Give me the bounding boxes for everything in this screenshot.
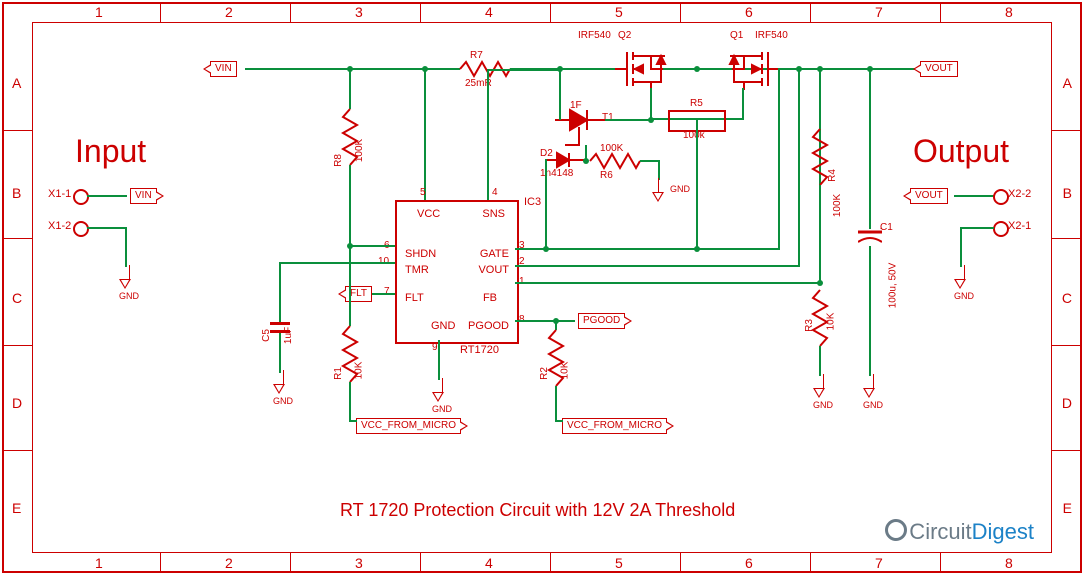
zone-col: 3 bbox=[355, 555, 363, 571]
mosfet bbox=[720, 40, 780, 100]
zone-col: 4 bbox=[485, 555, 493, 571]
netlabel-vout: VOUT bbox=[910, 188, 948, 204]
value: 100K bbox=[354, 139, 365, 162]
ic: VCC SNS SHDN GATE TMR VOUT FLT FB PGOOD … bbox=[395, 200, 519, 344]
refdes: C5 bbox=[261, 329, 272, 342]
wire bbox=[87, 227, 127, 229]
connector-pin bbox=[993, 189, 1009, 205]
zone-col: 2 bbox=[225, 4, 233, 20]
zone-col: 5 bbox=[615, 4, 623, 20]
inner-border bbox=[32, 22, 1052, 553]
value: IRF540 bbox=[578, 30, 611, 41]
connector-label: X2-1 bbox=[1008, 220, 1031, 232]
refdes: Q2 bbox=[618, 30, 631, 41]
zone-col: 4 bbox=[485, 4, 493, 20]
wire bbox=[954, 195, 994, 197]
value: 100k bbox=[683, 130, 705, 141]
value: 100K bbox=[832, 194, 843, 217]
gnd-symbol: GND bbox=[863, 374, 883, 410]
logo: CircuitDigest bbox=[885, 519, 1034, 545]
wire bbox=[742, 88, 744, 120]
refdes: R5 bbox=[690, 98, 703, 109]
heading-output: Output bbox=[913, 133, 1009, 170]
ic-ref: IC3 bbox=[524, 196, 541, 208]
refdes: T1 bbox=[602, 112, 614, 123]
refdes: D2 bbox=[540, 148, 553, 159]
gnd-symbol: GND bbox=[273, 370, 293, 406]
zone-row: E bbox=[1063, 500, 1072, 516]
refdes: R7 bbox=[470, 50, 483, 61]
refdes: C1 bbox=[880, 222, 893, 233]
gnd-symbol: GND bbox=[119, 265, 139, 301]
ic-part: RT1720 bbox=[460, 344, 499, 356]
refdes: R8 bbox=[333, 154, 344, 167]
value: 1uF bbox=[283, 327, 294, 344]
zone-row: B bbox=[1063, 185, 1072, 201]
zone-col: 1 bbox=[95, 555, 103, 571]
value: 100K bbox=[600, 143, 623, 154]
gnd-symbol: GND bbox=[432, 378, 452, 414]
wire bbox=[87, 195, 127, 197]
gnd-symbol: GND bbox=[813, 374, 833, 410]
netlabel-vccmicro: VCC_FROM_MICRO bbox=[562, 418, 667, 434]
capacitor-polarized: + bbox=[858, 228, 882, 248]
zone-col: 7 bbox=[875, 555, 883, 571]
refdes: R6 bbox=[600, 170, 613, 181]
wire bbox=[960, 227, 994, 229]
value: 10K bbox=[825, 313, 836, 331]
resistor bbox=[590, 154, 640, 168]
heading-input: Input bbox=[75, 133, 146, 170]
netlabel-pgood: PGOOD bbox=[578, 313, 625, 329]
zone-col: 1 bbox=[95, 4, 103, 20]
schematic-sheet: // generated statically below via data-b… bbox=[0, 0, 1084, 575]
zone-row: E bbox=[12, 500, 21, 516]
zone-col: 8 bbox=[1005, 555, 1013, 571]
refdes: R2 bbox=[539, 367, 550, 380]
value: IRF540 bbox=[755, 30, 788, 41]
zone-col: 3 bbox=[355, 4, 363, 20]
value: 10K bbox=[353, 362, 364, 380]
zone-col: 2 bbox=[225, 555, 233, 571]
netlabel-vout: VOUT bbox=[920, 61, 958, 77]
connector-label: X2-2 bbox=[1008, 188, 1031, 200]
zone-col: 8 bbox=[1005, 4, 1013, 20]
connector-label: X1-1 bbox=[48, 188, 71, 200]
title: RT 1720 Protection Circuit with 12V 2A T… bbox=[340, 500, 735, 521]
zone-col: 5 bbox=[615, 555, 623, 571]
gnd-symbol: GND bbox=[652, 178, 664, 202]
refdes: R4 bbox=[827, 169, 838, 182]
netlabel-vccmicro: VCC_FROM_MICRO bbox=[356, 418, 461, 434]
wire bbox=[650, 88, 652, 120]
value: 10K bbox=[559, 362, 570, 380]
zone-row: A bbox=[1063, 75, 1072, 91]
netlabel-vin: VIN bbox=[130, 188, 157, 204]
logo-icon bbox=[885, 519, 907, 541]
connector-pin bbox=[993, 221, 1009, 237]
zone-col: 6 bbox=[745, 4, 753, 20]
connector-pin bbox=[73, 221, 89, 237]
zone-row: B bbox=[12, 185, 21, 201]
gnd-symbol: GND bbox=[954, 265, 974, 301]
zone-col: 6 bbox=[745, 555, 753, 571]
zone-col: 7 bbox=[875, 4, 883, 20]
zone-row: D bbox=[12, 395, 22, 411]
mosfet bbox=[615, 40, 675, 100]
value: 1F bbox=[570, 100, 582, 111]
connector-label: X1-2 bbox=[48, 220, 71, 232]
zone-row: C bbox=[12, 290, 22, 306]
value: 100u, 50V bbox=[887, 263, 898, 309]
zone-row: D bbox=[1062, 395, 1072, 411]
zone-row: A bbox=[12, 75, 21, 91]
zone-row: C bbox=[1062, 290, 1072, 306]
refdes: R3 bbox=[804, 319, 815, 332]
refdes: Q1 bbox=[730, 30, 743, 41]
wire bbox=[960, 227, 962, 267]
wire bbox=[125, 227, 127, 267]
netlabel-vin: VIN bbox=[210, 61, 237, 77]
refdes: R1 bbox=[333, 367, 344, 380]
connector-pin bbox=[73, 189, 89, 205]
